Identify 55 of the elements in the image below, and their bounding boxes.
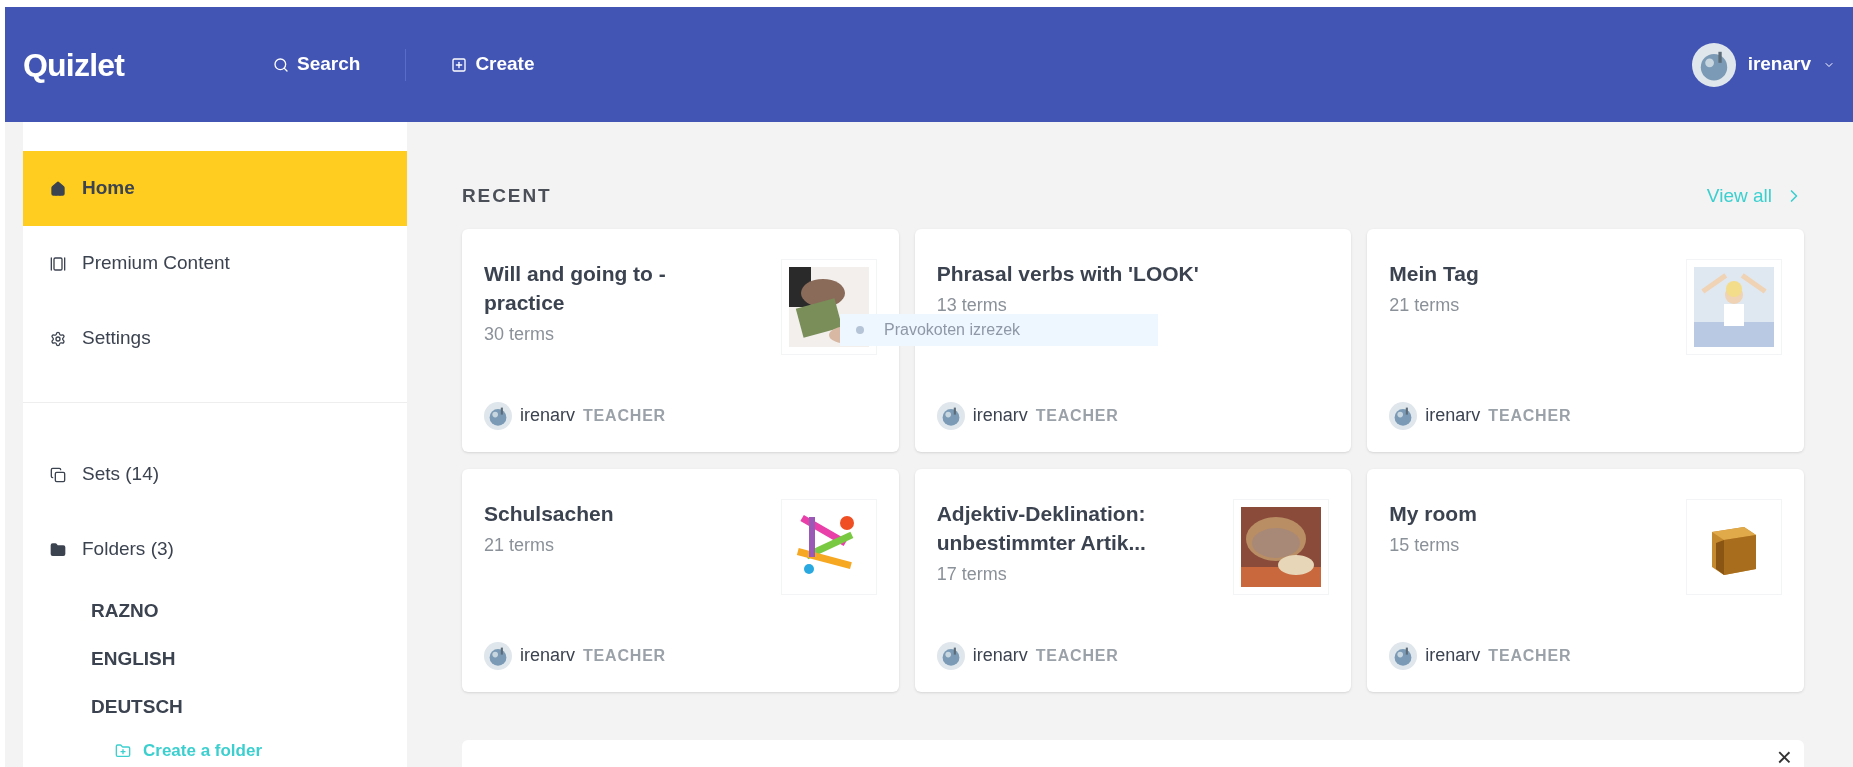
set-card[interactable]: Schulsachen 21 terms irenarv TEACHER: [462, 468, 899, 692]
role-label: TEACHER: [583, 405, 666, 426]
set-card[interactable]: Adjektiv-Deklination: unbestimmter Artik... 17 terms irenarv TEACHER: [914, 468, 1352, 692]
plus-square-icon: [451, 56, 468, 73]
settings-icon: [50, 330, 66, 347]
sidebar-item[interactable]: Home: [23, 151, 407, 226]
set-title[interactable]: Will and going to - practice: [484, 258, 719, 317]
author-name[interactable]: irenarv: [972, 402, 1028, 429]
avatar: [1389, 641, 1418, 670]
folder-link[interactable]: ENGLISH: [23, 635, 407, 683]
set-title[interactable]: Phrasal verbs with 'LOOK': [936, 258, 1199, 288]
nav-button[interactable]: Search: [273, 50, 361, 79]
set-title[interactable]: Mein Tag: [1389, 258, 1479, 288]
set-title[interactable]: My room: [1389, 498, 1477, 528]
avatar: [484, 401, 512, 430]
term-count: 21 terms: [484, 533, 556, 557]
folder-link[interactable]: DEUTSCH: [23, 683, 407, 731]
author-name[interactable]: irenarv: [520, 402, 576, 429]
set-title[interactable]: Schulsachen: [484, 498, 614, 528]
author-name[interactable]: irenarv: [972, 642, 1028, 669]
author-name[interactable]: irenarv: [520, 642, 576, 669]
set-card[interactable]: My room 15 terms irenarv TEACHER: [1367, 468, 1804, 692]
author-name[interactable]: irenarv: [1425, 642, 1481, 669]
term-count: 30 terms: [484, 322, 556, 346]
logo[interactable]: Quizlet: [23, 40, 273, 89]
close-button[interactable]: ×: [1776, 743, 1792, 767]
term-count: 17 terms: [936, 562, 1008, 586]
folder-plus-icon: [115, 743, 131, 759]
avatar: [484, 641, 512, 670]
home-icon: [50, 180, 66, 197]
folder-icon: [50, 541, 66, 558]
term-count: 15 terms: [1389, 533, 1461, 557]
role-label: TEACHER: [1488, 645, 1572, 666]
stack-icon: [50, 466, 66, 483]
role-label: TEACHER: [1488, 405, 1572, 426]
set-title[interactable]: Adjektiv-Deklination: unbestimmter Artik...: [936, 498, 1172, 557]
section-heading: RECENT: [462, 184, 552, 208]
search-icon: [273, 56, 289, 73]
sidebar-item[interactable]: Sets (14): [23, 437, 407, 512]
set-card[interactable]: Mein Tag 21 terms irenarv TEACHER: [1367, 228, 1804, 452]
term-count: 21 terms: [1389, 293, 1461, 317]
nav-button[interactable]: Create: [451, 50, 535, 79]
author-name[interactable]: irenarv: [1425, 402, 1481, 429]
role-label: TEACHER: [1035, 405, 1119, 426]
gallery-icon: [50, 255, 66, 272]
avatar: [936, 401, 965, 430]
folder-link[interactable]: RAZNO: [23, 587, 407, 635]
term-count: 13 terms: [936, 293, 1008, 317]
role-label: TEACHER: [583, 645, 666, 666]
sidebar-item[interactable]: Folders (3): [23, 512, 407, 587]
avatar: [1691, 42, 1736, 87]
user-menu[interactable]: irenarv: [1691, 42, 1835, 87]
avatar: [936, 641, 965, 670]
avatar: [1389, 401, 1418, 430]
role-label: TEACHER: [1035, 645, 1119, 666]
